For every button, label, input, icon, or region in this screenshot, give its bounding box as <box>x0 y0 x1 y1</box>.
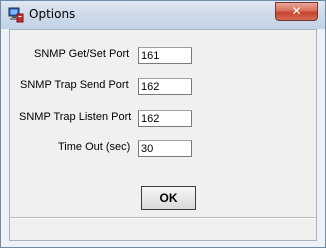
bottom-divider <box>10 217 316 219</box>
snmp-trap-listen-port-input[interactable] <box>138 110 192 127</box>
time-out-label: Time Out (sec) <box>58 141 131 153</box>
snmp-trap-send-port-input[interactable] <box>138 78 192 95</box>
ok-button[interactable]: OK <box>141 186 196 210</box>
window-title: Options <box>29 7 76 21</box>
snmp-trap-send-port-label: SNMP Trap Send Port <box>20 79 129 91</box>
snmp-get-set-port-label: SNMP Get/Set Port <box>34 48 130 60</box>
options-dialog: Options ✕ SNMP Get/Set Port SNMP Trap Se… <box>0 0 326 248</box>
network-computer-icon <box>8 7 24 23</box>
time-out-input[interactable] <box>138 140 192 157</box>
close-button[interactable]: ✕ <box>275 2 318 21</box>
close-icon: ✕ <box>291 4 302 18</box>
snmp-trap-listen-port-label: SNMP Trap Listen Port <box>19 111 132 123</box>
snmp-get-set-port-input[interactable] <box>138 47 192 64</box>
dialog-content: SNMP Get/Set Port SNMP Trap Send Port SN… <box>9 29 317 241</box>
title-bar[interactable]: Options ✕ <box>1 1 325 29</box>
